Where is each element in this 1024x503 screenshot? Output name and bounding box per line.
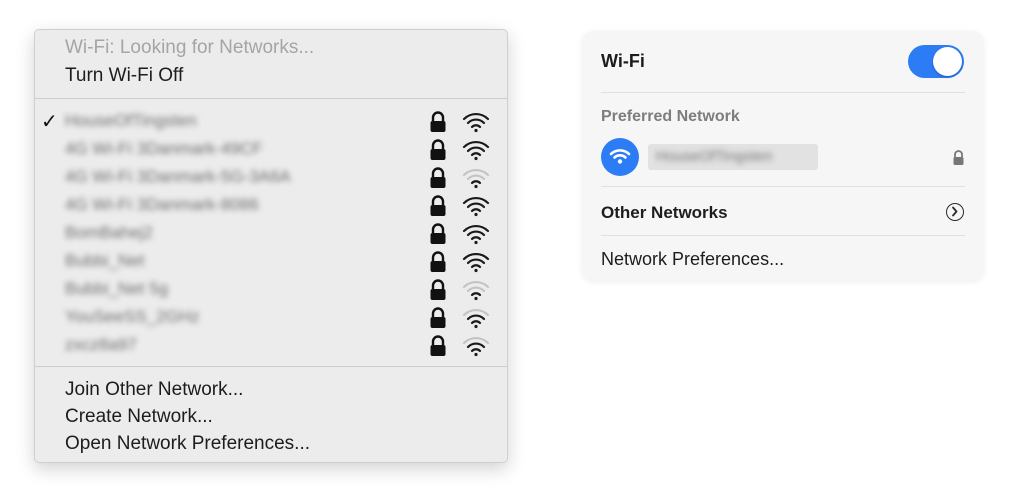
- wifi-control-panel: Wi-Fi Preferred Network HouseOfTingsten …: [582, 31, 984, 281]
- lock-icon: [430, 195, 446, 216]
- turn-wifi-off-item[interactable]: Turn Wi-Fi Off: [65, 65, 183, 87]
- preferred-network-item[interactable]: HouseOfTingsten: [648, 144, 818, 170]
- lock-icon: [430, 307, 446, 328]
- wifi-signal-icon: [462, 280, 490, 301]
- network-preferences-item[interactable]: Network Preferences...: [601, 249, 784, 270]
- wifi-signal-icon: [462, 112, 490, 133]
- wifi-signal-icon: [462, 308, 490, 329]
- lock-icon: [430, 111, 446, 132]
- lock-icon: [430, 335, 446, 356]
- network-name: Bubbi_Net 5g: [65, 279, 169, 298]
- lock-icon: [430, 279, 446, 300]
- panel-title: Wi-Fi: [601, 51, 645, 71]
- wifi-status-text: Wi-Fi: Looking for Networks...: [65, 37, 315, 58]
- network-name: Bubbi_Net: [65, 251, 145, 270]
- menu-separator: [35, 98, 507, 99]
- wifi-menu: Wi-Fi: Looking for Networks... Turn Wi-F…: [34, 29, 508, 463]
- wifi-signal-icon: [462, 140, 490, 161]
- toggle-knob: [933, 47, 962, 76]
- network-list: ✓ HouseOfTingsten 4G Wi-Fi 3Danmark-49CF…: [35, 107, 507, 359]
- lock-icon: [953, 150, 964, 165]
- panel-separator: [601, 92, 965, 93]
- network-item-5[interactable]: Bubbi_Net: [35, 247, 507, 275]
- checkmark-icon: ✓: [41, 111, 58, 133]
- wifi-toggle[interactable]: [908, 45, 964, 78]
- lock-icon: [430, 223, 446, 244]
- network-item-2[interactable]: 4G Wi-Fi 3Danmark-5G-3A6A: [35, 163, 507, 191]
- chevron-right-circle-icon[interactable]: [946, 203, 964, 221]
- menu-separator: [35, 366, 507, 367]
- wifi-signal-icon: [462, 168, 490, 189]
- create-network-item[interactable]: Create Network...: [65, 406, 213, 428]
- wifi-signal-icon: [462, 252, 490, 273]
- network-item-0[interactable]: ✓ HouseOfTingsten: [35, 107, 507, 135]
- network-item-3[interactable]: 4G Wi-Fi 3Danmark-8086: [35, 191, 507, 219]
- panel-separator: [601, 186, 965, 187]
- open-network-preferences-item[interactable]: Open Network Preferences...: [65, 433, 310, 455]
- wifi-signal-icon: [462, 224, 490, 245]
- wifi-signal-icon: [462, 196, 490, 217]
- network-name: zxcz8a97: [65, 335, 137, 354]
- lock-icon: [430, 139, 446, 160]
- network-item-6[interactable]: Bubbi_Net 5g: [35, 275, 507, 303]
- network-name: BomBahej2: [65, 223, 153, 242]
- network-item-4[interactable]: BomBahej2: [35, 219, 507, 247]
- preferred-network-label: Preferred Network: [601, 108, 740, 125]
- wifi-icon: [601, 138, 639, 176]
- network-name: 4G Wi-Fi 3Danmark-8086: [65, 195, 259, 214]
- join-other-network-item[interactable]: Join Other Network...: [65, 379, 243, 401]
- network-item-7[interactable]: YouSeeSS_2GHz: [35, 303, 507, 331]
- network-name: 4G Wi-Fi 3Danmark-49CF: [65, 139, 263, 158]
- network-item-8[interactable]: zxcz8a97: [35, 331, 507, 359]
- other-networks-item[interactable]: Other Networks: [601, 203, 728, 223]
- network-name: YouSeeSS_2GHz: [65, 307, 200, 326]
- network-item-1[interactable]: 4G Wi-Fi 3Danmark-49CF: [35, 135, 507, 163]
- network-name: HouseOfTingsten: [65, 111, 197, 130]
- wifi-signal-icon: [462, 336, 490, 357]
- panel-separator: [601, 235, 965, 236]
- network-name: 4G Wi-Fi 3Danmark-5G-3A6A: [65, 167, 291, 186]
- lock-icon: [430, 167, 446, 188]
- lock-icon: [430, 251, 446, 272]
- preferred-network-name: HouseOfTingsten: [656, 148, 773, 165]
